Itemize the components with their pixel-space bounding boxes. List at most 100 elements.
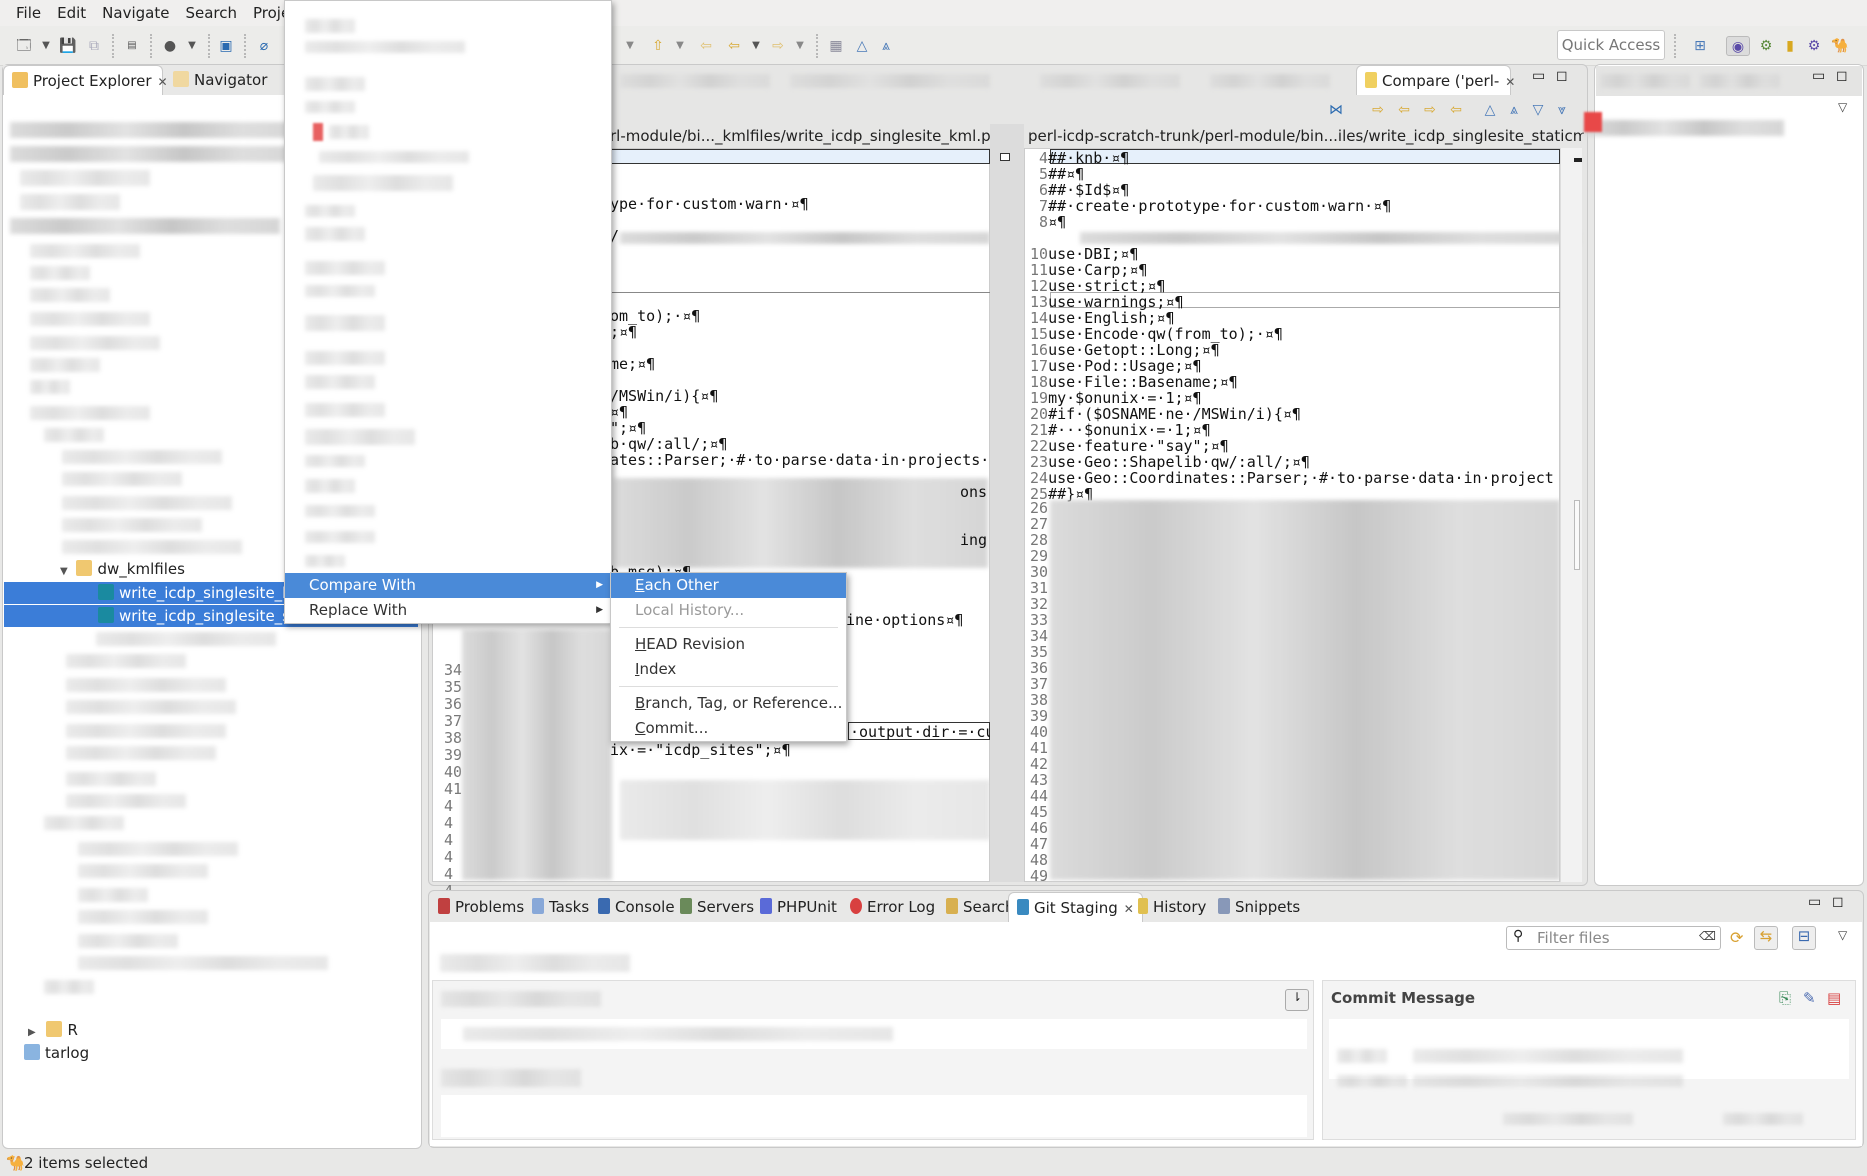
signoff-icon[interactable]: ✎ (1803, 989, 1816, 1007)
servers-icon (680, 898, 692, 914)
next-diff-icon[interactable]: △ (1480, 100, 1500, 120)
code-line: 19my·$onunix·=·1;¤¶ (1030, 390, 1202, 406)
menu-item-commit[interactable]: Commit... (611, 716, 846, 741)
prev-difference-icon[interactable]: ⩓ (876, 36, 896, 56)
tab-navigator[interactable]: Navigator (165, 65, 275, 95)
prev-annotation-dropdown-icon[interactable]: ▼ (670, 36, 690, 56)
forward-icon[interactable]: ⇨ (768, 36, 788, 56)
next-change-icon[interactable]: ▽ (1528, 100, 1548, 120)
sort-icon[interactable]: ⇂ (1285, 989, 1309, 1011)
quick-access-input[interactable]: Quick Access (1557, 30, 1665, 60)
left-code-line-16: ;¤¶ (610, 323, 638, 341)
amend-icon[interactable]: ⎘ (1779, 989, 1791, 1007)
maximize-icon[interactable]: ◻ (1832, 894, 1844, 910)
save-icon[interactable]: 💾 (58, 36, 78, 56)
compare-toolbar: ⋈ ⇨ ⇦ ⇨ ⇦ △ ⩓ ▽ ⩔ (1320, 98, 1580, 122)
javascript-perspective-icon[interactable]: ⚙ (1756, 36, 1776, 56)
new-icon[interactable]: 🗔 (14, 36, 34, 56)
tree-folder-r[interactable]: ▶ R (28, 1019, 78, 1041)
save-all-icon[interactable]: ⧉ (84, 36, 104, 56)
close-icon[interactable]: ✕ (1505, 75, 1515, 89)
tab-phpunit[interactable]: PHPUnit (752, 892, 845, 922)
maximize-icon[interactable]: ◻ (1836, 68, 1848, 84)
next-difference-icon[interactable]: △ (852, 36, 872, 56)
menu-item-compare-with[interactable]: Compare With ▶ (285, 573, 611, 598)
terminal-icon[interactable]: ▣ (216, 36, 236, 56)
expand-arrow-icon[interactable]: ▼ (60, 566, 68, 577)
binary-icon[interactable]: ▤ (122, 36, 142, 56)
menu-edit[interactable]: Edit (49, 0, 94, 26)
tab-compare[interactable]: Compare ('perl- ✕ (1356, 65, 1515, 95)
new-dropdown-icon[interactable]: ▼ (36, 36, 56, 56)
copy-all-left-to-right-icon[interactable]: ⇨ (1368, 100, 1388, 120)
menu-item-branch-tag-reference[interactable]: Branch, Tag, or Reference... (611, 691, 846, 716)
php-perspective-icon[interactable]: ◉ (1726, 36, 1750, 56)
back-icon[interactable]: ⇦ (724, 36, 744, 56)
tab-history[interactable]: History (1130, 892, 1214, 922)
tab-project-explorer[interactable]: Project Explorer ✕ (3, 65, 168, 95)
prev-change-icon[interactable]: ⩔ (1552, 100, 1572, 120)
tab-git-staging[interactable]: Git Staging ✕ (1008, 892, 1143, 922)
menu-navigate[interactable]: Navigate (94, 0, 177, 26)
left-code-line-20: /MSWin/i){¤¶ (610, 387, 719, 405)
menu-file[interactable]: File (8, 0, 49, 26)
tab-snippets[interactable]: Snippets (1210, 892, 1308, 922)
copy-current-left-to-right-icon[interactable]: ⇨ (1420, 100, 1440, 120)
profile-dropdown-icon[interactable]: ▼ (182, 36, 202, 56)
swap-sides-icon[interactable]: ⋈ (1326, 100, 1346, 120)
maximize-icon[interactable]: ◻ (1556, 68, 1568, 84)
submenu-arrow-icon: ▶ (596, 580, 603, 590)
scrollbar-thumb[interactable] (1574, 500, 1580, 570)
copy-all-right-to-left-icon[interactable]: ⇦ (1394, 100, 1414, 120)
tab-tasks[interactable]: Tasks (524, 892, 597, 922)
tab-console[interactable]: Console (590, 892, 683, 922)
link-icon[interactable]: ⌀ (254, 36, 274, 56)
prev-annotation-icon[interactable]: ⇧ (648, 36, 668, 56)
perl-perspective-icon[interactable]: 🐪 (1830, 36, 1850, 56)
menu-item-each-other[interactable]: Each Other (611, 573, 846, 598)
tab-servers[interactable]: Servers (672, 892, 762, 922)
tab-error-log[interactable]: Error Log (842, 892, 943, 922)
refresh-icon[interactable]: ⟳ (1730, 928, 1743, 947)
link-selection-icon[interactable]: ⇆ (1754, 926, 1778, 950)
code-line: 13use·warnings;¤¶ (1030, 294, 1184, 310)
overview-marker[interactable] (1574, 158, 1582, 162)
code-line: 8¤¶ (1030, 214, 1066, 230)
menu-item-local-history[interactable]: Local History... (611, 598, 846, 623)
clear-filter-icon[interactable]: ⌫ (1699, 929, 1716, 943)
commit-message-section: Commit Message ⎘ ✎ ▤ (1322, 980, 1856, 1140)
ignore-whitespace-icon[interactable]: ▦ (826, 36, 846, 56)
next-annotation-dropdown-icon[interactable]: ▼ (620, 36, 640, 56)
git-perspective-icon[interactable]: ▮ (1780, 36, 1800, 56)
menu-item-index[interactable]: Index (611, 657, 846, 682)
last-edit-icon[interactable]: ⇦ (696, 36, 716, 56)
view-menu-icon[interactable]: ▽ (1838, 100, 1847, 114)
filter-files-input[interactable]: ⚲ Filter files ⌫ (1506, 926, 1721, 950)
diff-connector-handle[interactable] (1000, 153, 1010, 161)
collapse-arrow-icon[interactable]: ▶ (28, 1027, 36, 1038)
open-perspective-icon[interactable]: ⊞ (1690, 36, 1710, 56)
forward-dropdown-icon[interactable]: ▼ (790, 36, 810, 56)
copy-current-right-to-left-icon[interactable]: ⇦ (1446, 100, 1466, 120)
menu-item-head-revision[interactable]: HEAD Revision (611, 632, 846, 657)
compare-with-submenu: Each Other Local History... HEAD Revisio… (610, 572, 847, 742)
minimize-icon[interactable]: ▭ (1812, 68, 1825, 84)
menu-item-replace-with[interactable]: Replace With ▶ (285, 598, 611, 623)
java-perspective-icon[interactable]: ⚙ (1804, 36, 1824, 56)
view-menu-icon[interactable]: ▽ (1838, 928, 1847, 942)
back-dropdown-icon[interactable]: ▼ (746, 36, 766, 56)
tab-problems[interactable]: Problems (430, 892, 532, 922)
history-icon (1138, 898, 1148, 914)
minimize-icon[interactable]: ▭ (1808, 894, 1821, 910)
perl-file-icon (98, 607, 114, 623)
layout-icon[interactable]: ⊟ (1792, 926, 1816, 950)
staged-file-list[interactable] (441, 1095, 1307, 1137)
tree-project-tarlog[interactable]: tarlog (24, 1042, 89, 1064)
menu-search[interactable]: Search (177, 0, 245, 26)
line-number: 38 (1030, 691, 1049, 709)
prev-diff-icon[interactable]: ⩓ (1504, 100, 1524, 120)
profile-icon[interactable]: ● (160, 36, 180, 56)
tree-folder-dw-kmlfiles[interactable]: ▼ dw_kmlfiles (60, 558, 185, 580)
minimize-icon[interactable]: ▭ (1532, 68, 1545, 84)
change-id-icon[interactable]: ▤ (1827, 989, 1841, 1007)
